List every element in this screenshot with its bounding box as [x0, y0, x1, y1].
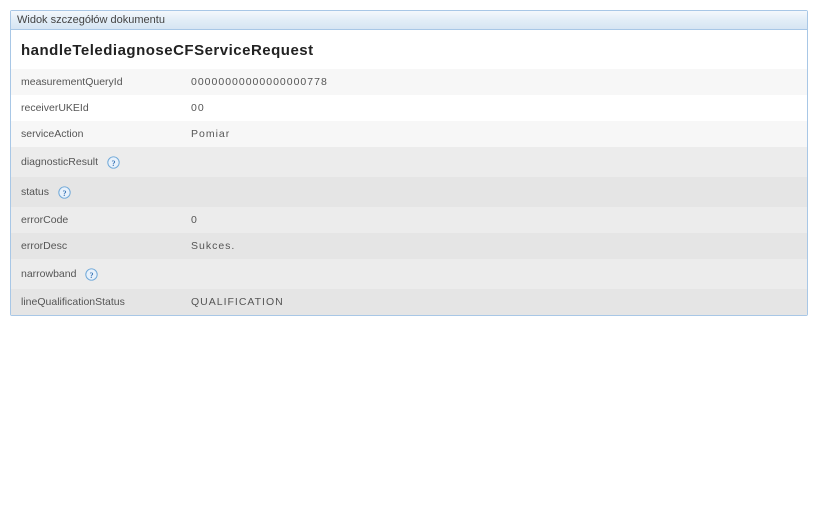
field-row-errorCode: errorCode 0: [11, 207, 807, 233]
field-value: Pomiar: [191, 128, 797, 140]
field-value: Sukces.: [191, 240, 797, 252]
help-icon[interactable]: ?: [84, 267, 98, 281]
svg-text:?: ?: [89, 270, 93, 279]
field-label: receiverUKEId: [21, 102, 191, 114]
document-name: handleTelediagnoseCFServiceRequest: [21, 42, 314, 59]
section-narrowband: narrowband ?: [11, 259, 807, 289]
field-row-measurementQueryId: measurementQueryId 00000000000000000778: [11, 69, 807, 95]
field-row-serviceAction: serviceAction Pomiar: [11, 121, 807, 147]
section-label: narrowband: [21, 268, 76, 280]
field-row-errorDesc: errorDesc Sukces.: [11, 233, 807, 259]
section-label: diagnosticResult: [21, 156, 98, 168]
document-details-panel: Widok szczegółów dokumentu handleTeledia…: [10, 10, 808, 316]
field-label: errorCode: [21, 214, 191, 226]
help-icon[interactable]: ?: [106, 155, 120, 169]
field-label: errorDesc: [21, 240, 191, 252]
svg-text:?: ?: [111, 158, 115, 167]
section-status: status ?: [11, 177, 807, 207]
field-row-receiverUKEId: receiverUKEId 00: [11, 95, 807, 121]
field-label: measurementQueryId: [21, 76, 191, 88]
svg-text:?: ?: [62, 188, 66, 197]
panel-body: handleTelediagnoseCFServiceRequest measu…: [11, 30, 807, 315]
field-label: lineQualificationStatus: [21, 296, 191, 308]
field-value: 0: [191, 214, 797, 226]
field-value: 00: [191, 102, 797, 114]
help-icon[interactable]: ?: [57, 185, 71, 199]
field-label: serviceAction: [21, 128, 191, 140]
section-label: status: [21, 186, 49, 198]
document-name-row: handleTelediagnoseCFServiceRequest: [11, 30, 807, 69]
panel-header: Widok szczegółów dokumentu: [11, 11, 807, 30]
field-value: 00000000000000000778: [191, 76, 797, 88]
panel-title: Widok szczegółów dokumentu: [17, 14, 165, 26]
field-value: QUALIFICATION: [191, 296, 797, 308]
section-diagnosticResult: diagnosticResult ?: [11, 147, 807, 177]
field-row-lineQualificationStatus: lineQualificationStatus QUALIFICATION: [11, 289, 807, 315]
